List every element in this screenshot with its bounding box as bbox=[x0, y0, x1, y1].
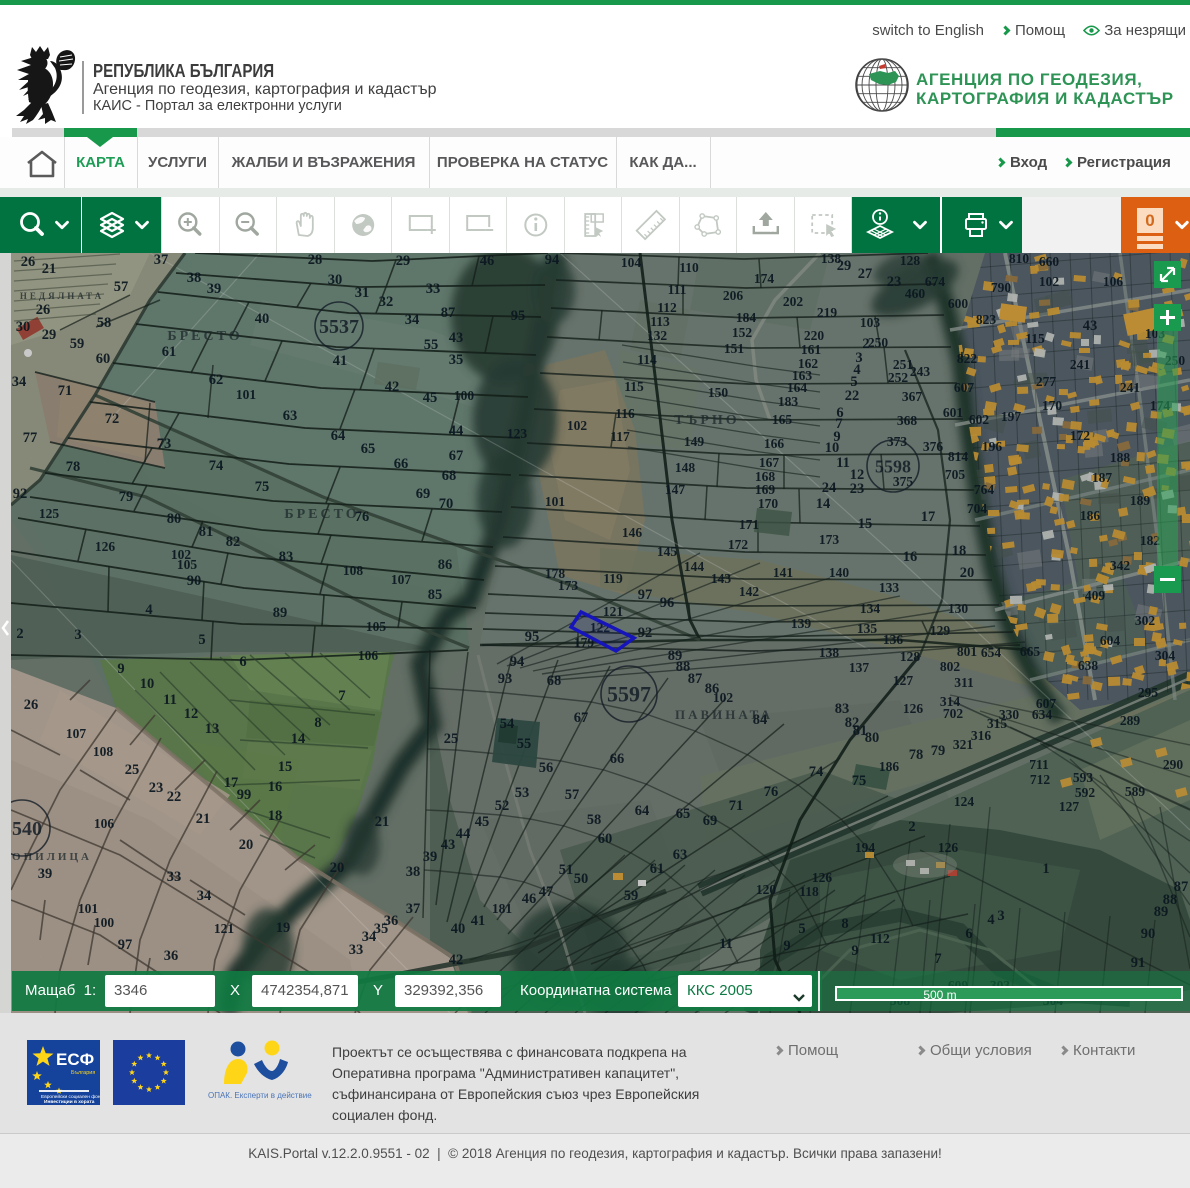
svg-text:ОПАК. Експерти в действие: ОПАК. Експерти в действие bbox=[208, 1091, 312, 1100]
svg-text:Европейски социален фонд: Европейски социален фонд bbox=[41, 1093, 100, 1100]
svg-text:България: България bbox=[71, 1070, 95, 1076]
svg-text:ЕСФ: ЕСФ bbox=[56, 1050, 94, 1069]
svg-text:Инвестиции в хората: Инвестиции в хората bbox=[44, 1099, 95, 1105]
